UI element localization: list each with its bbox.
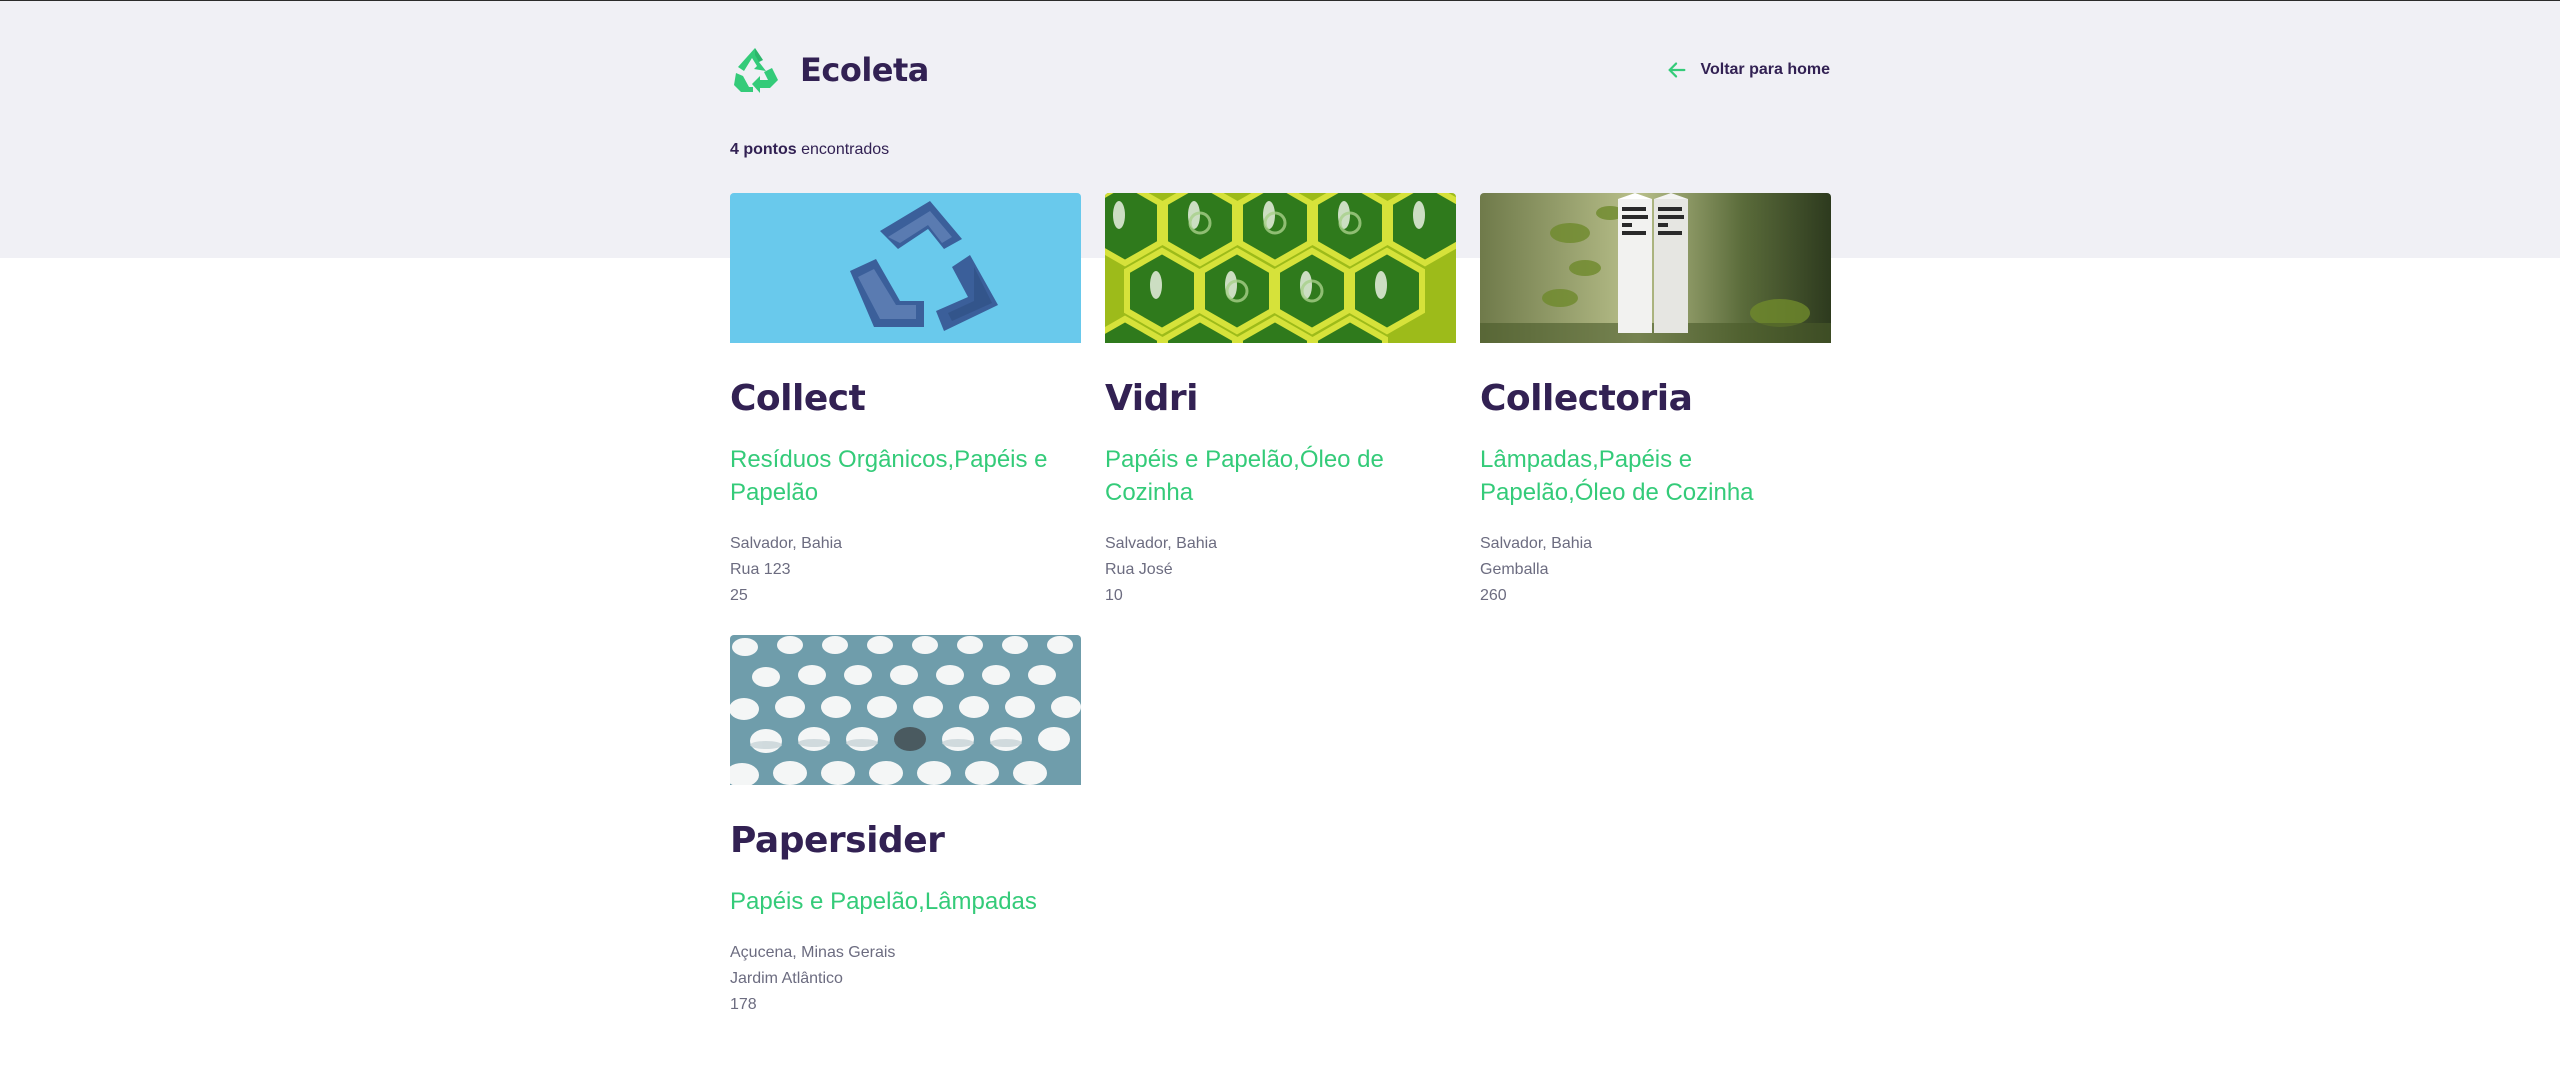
points-grid: Collect Resíduos Orgânicos,Papéis e Pape… [730, 193, 1831, 1018]
point-address: Salvador, Bahia Gemballa 260 [1480, 531, 1831, 609]
point-items: Resíduos Orgânicos,Papéis e Papelão [730, 446, 1048, 506]
point-address: Salvador, Bahia Rua 123 25 [730, 531, 1081, 609]
point-card[interactable]: Collect Resíduos Orgânicos,Papéis e Pape… [730, 193, 1081, 609]
top-bar: Ecoleta Voltar para home [730, 45, 1830, 99]
point-number: 178 [730, 996, 757, 1013]
point-number: 25 [730, 587, 748, 604]
point-city: Salvador, Bahia [1105, 535, 1218, 552]
point-city: Açucena, Minas Gerais [730, 944, 896, 961]
point-city: Salvador, Bahia [1480, 535, 1593, 552]
back-to-home-link[interactable]: Voltar para home [1666, 59, 1830, 81]
point-city: Salvador, Bahia [730, 535, 843, 552]
point-card[interactable]: Papersider Papéis e Papelão,Lâmpadas Açu… [730, 635, 1081, 1018]
green-bottles-photo [1105, 193, 1456, 343]
back-link-label: Voltar para home [1700, 61, 1830, 78]
point-address: Açucena, Minas Gerais Jardim Atlântico 1… [730, 940, 1081, 1018]
bottle-caps-photo [730, 635, 1081, 785]
arrow-left-icon [1669, 62, 1686, 78]
logo[interactable]: Ecoleta [730, 45, 929, 95]
point-title: Collect [730, 378, 866, 419]
results-count-number: 4 pontos [730, 141, 797, 158]
point-items: Papéis e Papelão,Lâmpadas [730, 888, 1037, 915]
point-address: Salvador, Bahia Rua José 10 [1105, 531, 1456, 609]
point-title: Papersider [730, 820, 945, 861]
app-name: Ecoleta [800, 51, 929, 89]
point-street: Rua José [1105, 561, 1173, 578]
point-street: Rua 123 [730, 561, 791, 578]
point-card[interactable]: Vidri Papéis e Papelão,Óleo de Cozinha S… [1105, 193, 1456, 609]
point-number: 10 [1105, 587, 1123, 604]
point-items: Papéis e Papelão,Óleo de Cozinha [1105, 446, 1384, 506]
recycle-logo-icon [734, 48, 778, 93]
point-items: Lâmpadas,Papéis e Papelão,Óleo de Cozinh… [1480, 446, 1754, 506]
denim-recycle-photo [730, 193, 1081, 343]
point-street: Jardim Atlântico [730, 970, 843, 987]
point-title: Vidri [1105, 378, 1198, 419]
point-street: Gemballa [1480, 561, 1549, 578]
point-number: 260 [1480, 587, 1507, 604]
point-card[interactable]: Collectoria Lâmpadas,Papéis e Papelão,Ól… [1480, 193, 1831, 609]
results-count: 4 pontos encontrados [730, 141, 889, 159]
boxed-water-photo [1480, 193, 1831, 343]
point-title: Collectoria [1480, 378, 1693, 419]
results-count-text: encontrados [796, 141, 890, 158]
